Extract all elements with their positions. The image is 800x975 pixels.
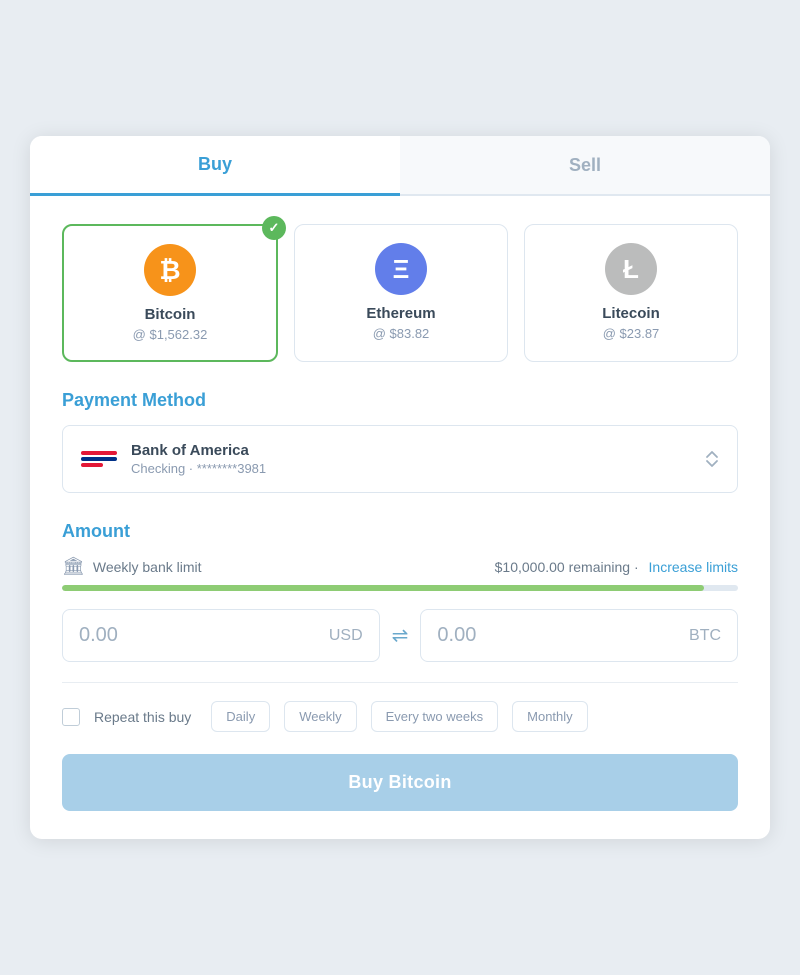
usd-currency: USD: [329, 627, 363, 645]
btc-value: 0.00: [437, 624, 476, 647]
btc-price: @ $1,562.32: [76, 327, 264, 342]
ltc-icon: Ł: [605, 243, 657, 295]
bank-account: Checking · ********3981: [131, 461, 705, 476]
payment-section-title: Payment Method: [62, 390, 738, 411]
crypto-card-btc[interactable]: ✓ ₿ Bitcoin @ $1,562.32: [62, 224, 278, 362]
limit-remaining: $10,000.00 remaining · Increase limits: [495, 559, 738, 575]
tab-buy[interactable]: Buy: [30, 136, 400, 196]
limit-separator: ·: [634, 559, 639, 575]
crypto-card-eth[interactable]: Ξ Ethereum @ $83.82: [294, 224, 508, 362]
tab-sell[interactable]: Sell: [400, 136, 770, 194]
divider: [62, 682, 738, 683]
btc-name: Bitcoin: [76, 306, 264, 323]
usd-value: 0.00: [79, 624, 118, 647]
repeat-row: Repeat this buy Daily Weekly Every two w…: [62, 701, 738, 732]
chevron-updown-icon: [705, 450, 719, 468]
eth-name: Ethereum: [307, 305, 495, 322]
tabs-container: Buy Sell: [30, 136, 770, 196]
repeat-label: Repeat this buy: [94, 709, 191, 725]
bank-info: Bank of America Checking · ********3981: [131, 442, 705, 476]
crypto-selection: ✓ ₿ Bitcoin @ $1,562.32 Ξ Ethereum @ $83…: [62, 224, 738, 362]
eth-icon: Ξ: [375, 243, 427, 295]
amount-section-title: Amount: [62, 521, 738, 542]
btc-input-field[interactable]: 0.00 BTC: [420, 609, 738, 662]
swap-icon[interactable]: ⇌: [392, 623, 409, 648]
limit-row: 🏛 Weekly bank limit $10,000.00 remaining…: [62, 556, 738, 577]
btc-icon: ₿: [144, 244, 196, 296]
freq-weekly[interactable]: Weekly: [284, 701, 356, 732]
ltc-price: @ $23.87: [537, 326, 725, 341]
limit-label: Weekly bank limit: [93, 559, 495, 575]
remaining-amount: $10,000.00 remaining: [495, 559, 630, 575]
bank-logo: [81, 451, 117, 467]
ltc-name: Litecoin: [537, 305, 725, 322]
freq-biweekly[interactable]: Every two weeks: [371, 701, 499, 732]
progress-bar-fill: [62, 585, 704, 591]
buy-button[interactable]: Buy Bitcoin: [62, 754, 738, 811]
eth-price: @ $83.82: [307, 326, 495, 341]
increase-limits-link[interactable]: Increase limits: [649, 559, 738, 575]
selected-checkmark: ✓: [262, 216, 286, 240]
repeat-checkbox[interactable]: [62, 708, 80, 726]
content-area: ✓ ₿ Bitcoin @ $1,562.32 Ξ Ethereum @ $83…: [30, 196, 770, 839]
bank-name: Bank of America: [131, 442, 705, 459]
payment-method-selector[interactable]: Bank of America Checking · ********3981: [62, 425, 738, 493]
usd-input-field[interactable]: 0.00 USD: [62, 609, 380, 662]
crypto-card-ltc[interactable]: Ł Litecoin @ $23.87: [524, 224, 738, 362]
freq-daily[interactable]: Daily: [211, 701, 270, 732]
bank-building-icon: 🏛: [62, 556, 85, 577]
amount-inputs-row: 0.00 USD ⇌ 0.00 BTC: [62, 609, 738, 662]
freq-monthly[interactable]: Monthly: [512, 701, 588, 732]
btc-currency: BTC: [689, 627, 721, 645]
progress-bar-container: [62, 585, 738, 591]
main-card: Buy Sell ✓ ₿ Bitcoin @ $1,562.32 Ξ Ether…: [30, 136, 770, 839]
